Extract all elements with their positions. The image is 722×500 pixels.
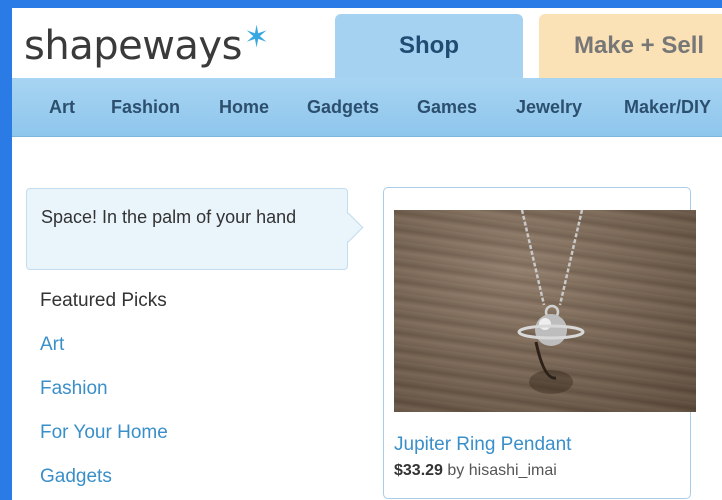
page-frame: shapeways✶ Shop Make + Sell Art Fashion …: [12, 8, 722, 500]
nav-item-games[interactable]: Games: [417, 78, 477, 136]
site-header: shapeways✶ Shop Make + Sell: [12, 8, 722, 78]
sidebar-link-for-your-home[interactable]: For Your Home: [40, 422, 168, 444]
nav-item-fashion[interactable]: Fashion: [111, 78, 180, 136]
star-icon: ✶: [243, 20, 269, 55]
tab-shop[interactable]: Shop: [335, 14, 523, 78]
nav-item-gadgets[interactable]: Gadgets: [307, 78, 379, 136]
product-card[interactable]: Jupiter Ring Pendant $33.29 by hisashi_i…: [383, 187, 696, 499]
callout-text: Space! In the palm of your hand: [41, 207, 297, 227]
logo-text: shapeways: [24, 23, 242, 69]
tab-make-sell[interactable]: Make + Sell: [539, 14, 722, 78]
nav-item-art[interactable]: Art: [49, 78, 75, 136]
nav-item-home[interactable]: Home: [219, 78, 269, 136]
sidebar-link-art[interactable]: Art: [40, 334, 64, 356]
product-seller[interactable]: by hisashi_imai: [447, 462, 556, 479]
product-price: $33.29: [394, 462, 443, 479]
product-title[interactable]: Jupiter Ring Pendant: [394, 434, 571, 456]
nav-item-jewelry[interactable]: Jewelry: [516, 78, 582, 136]
featured-callout: Space! In the palm of your hand: [26, 188, 364, 270]
product-photo[interactable]: [394, 210, 696, 412]
pendant-illustration: [517, 210, 585, 394]
category-nav: Art Fashion Home Gadgets Games Jewelry M…: [12, 78, 722, 137]
nav-item-maker-diy[interactable]: Maker/DIY: [624, 78, 711, 136]
featured-picks-heading: Featured Picks: [40, 290, 167, 311]
sidebar-link-gadgets[interactable]: Gadgets: [40, 466, 112, 488]
product-price-line: $33.29 by hisashi_imai: [394, 462, 557, 480]
sidebar-link-fashion[interactable]: Fashion: [40, 378, 108, 400]
callout-arrow: [333, 212, 364, 243]
shapeways-logo[interactable]: shapeways✶: [24, 20, 269, 74]
